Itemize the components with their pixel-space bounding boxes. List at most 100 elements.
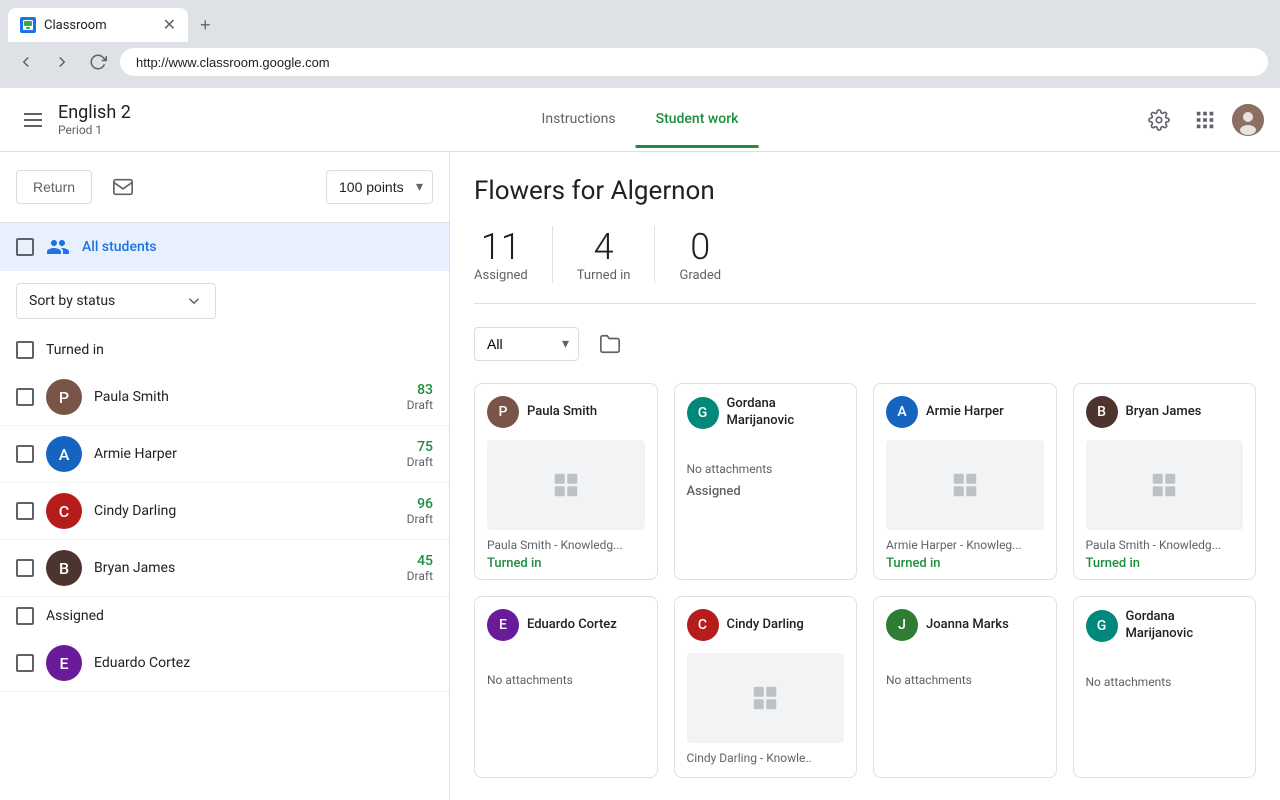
turned-in-title: Turned in [46, 342, 104, 358]
folder-icon [599, 333, 621, 355]
card-header: G Gordana Marijanovic [675, 384, 857, 442]
student-checkbox[interactable] [16, 445, 34, 463]
student-row[interactable]: B Bryan James 45 Draft [0, 540, 449, 597]
card-avatar: J [886, 609, 918, 641]
card-filename: Paula Smith - Knowledg... [1086, 538, 1244, 552]
apps-button[interactable] [1186, 101, 1224, 139]
student-row[interactable]: C Cindy Darling 96 Draft [0, 483, 449, 540]
browser-tab[interactable]: Classroom ✕ [8, 8, 188, 42]
card-avatar: G [1086, 610, 1118, 642]
back-button[interactable] [12, 48, 40, 76]
filter-select[interactable]: All Turned in Assigned Graded [474, 327, 579, 361]
url-input[interactable] [120, 48, 1268, 76]
card-avatar: G [687, 397, 719, 429]
card-filename: Armie Harper - Knowleg... [886, 538, 1044, 552]
student-card[interactable]: E Eduardo Cortez No attachments [474, 596, 658, 778]
stat-label-turned-in: Turned in [577, 268, 631, 283]
main-content: Return 100 points All students [0, 152, 1280, 800]
student-row[interactable]: A Armie Harper 75 Draft [0, 426, 449, 483]
card-status: Turned in [886, 556, 1044, 571]
turned-in-section-header: Turned in [0, 331, 449, 369]
stats-row: 11 Assigned 4 Turned in 0 Graded [474, 226, 1256, 304]
student-card[interactable]: B Bryan James Paula Smith - Knowledg... … [1073, 383, 1257, 580]
folder-button[interactable] [591, 324, 629, 363]
assigned-checkbox[interactable] [16, 607, 34, 625]
document-icon [750, 683, 780, 713]
card-thumbnail [1086, 440, 1244, 530]
card-header: J Joanna Marks [874, 597, 1056, 653]
avatar: P [46, 379, 82, 415]
return-button[interactable]: Return [16, 170, 92, 204]
stat-number-graded: 0 [679, 226, 721, 268]
student-checkbox[interactable] [16, 502, 34, 520]
new-tab-button[interactable]: + [192, 11, 219, 40]
student-score: 83 Draft [407, 382, 433, 412]
sort-dropdown[interactable]: Sort by status [16, 283, 216, 319]
student-checkbox[interactable] [16, 388, 34, 406]
score-value: 45 [407, 553, 433, 569]
score-label: Draft [407, 512, 433, 526]
stat-number-turned-in: 4 [577, 226, 631, 268]
score-label: Draft [407, 569, 433, 583]
stat-assigned: 11 Assigned [474, 226, 553, 283]
student-card[interactable]: P Paula Smith Paula Smith - Knowledg... … [474, 383, 658, 580]
card-name: Cindy Darling [727, 617, 804, 634]
nav-instructions[interactable]: Instructions [522, 91, 636, 148]
refresh-button[interactable] [84, 48, 112, 76]
card-avatar: E [487, 609, 519, 641]
nav-student-work[interactable]: Student work [636, 91, 759, 148]
card-name: Bryan James [1126, 404, 1202, 421]
document-icon [950, 470, 980, 500]
student-card[interactable]: G Gordana Marijanovic No attachments [1073, 596, 1257, 778]
student-row[interactable]: E Eduardo Cortez [0, 635, 449, 692]
points-select[interactable]: 100 points [326, 170, 433, 204]
turned-in-checkbox[interactable] [16, 341, 34, 359]
app-title: English 2 [58, 102, 131, 123]
card-name: Gordana Marijanovic [1126, 609, 1194, 643]
tab-title: Classroom [44, 18, 107, 33]
card-status: Turned in [487, 556, 645, 571]
cards-grid: P Paula Smith Paula Smith - Knowledg... … [474, 383, 1256, 778]
student-card[interactable]: J Joanna Marks No attachments [873, 596, 1057, 778]
app-logo: English 2 Period 1 [58, 102, 131, 137]
stat-turned-in: 4 Turned in [553, 226, 656, 283]
app-header: English 2 Period 1 Instructions Student … [0, 88, 1280, 152]
card-body: Paula Smith - Knowledg... Turned in [475, 530, 657, 579]
student-score: 45 Draft [407, 553, 433, 583]
settings-button[interactable] [1140, 101, 1178, 139]
student-card[interactable]: G Gordana Marijanovic No attachments Ass… [674, 383, 858, 580]
card-name: Armie Harper [926, 404, 1004, 421]
assignment-title: Flowers for Algernon [474, 176, 1256, 206]
hamburger-icon [24, 113, 42, 127]
card-no-attachment: No attachments [1086, 667, 1244, 697]
user-avatar[interactable] [1232, 104, 1264, 136]
card-header: A Armie Harper [874, 384, 1056, 440]
sidebar: Return 100 points All students [0, 152, 450, 800]
card-body: No attachments [475, 653, 657, 707]
all-students-checkbox[interactable] [16, 238, 34, 256]
hamburger-button[interactable] [16, 105, 50, 135]
card-header: C Cindy Darling [675, 597, 857, 653]
stat-label-assigned: Assigned [474, 268, 528, 283]
card-avatar: P [487, 396, 519, 428]
student-checkbox[interactable] [16, 559, 34, 577]
content-area: Flowers for Algernon 11 Assigned 4 Turne… [450, 152, 1280, 800]
card-header: P Paula Smith [475, 384, 657, 440]
card-filename: Cindy Darling - Knowle.. [687, 751, 845, 765]
student-checkbox[interactable] [16, 654, 34, 672]
sort-dropdown-label: Sort by status [29, 293, 115, 309]
chevron-down-icon [185, 292, 203, 310]
tab-close-button[interactable]: ✕ [163, 17, 176, 33]
all-students-row[interactable]: All students [0, 223, 449, 271]
student-card[interactable]: C Cindy Darling Cindy Darling - Knowle.. [674, 596, 858, 778]
forward-button[interactable] [48, 48, 76, 76]
student-name: Paula Smith [94, 389, 395, 405]
student-card[interactable]: A Armie Harper Armie Harper - Knowleg...… [873, 383, 1057, 580]
student-row[interactable]: P Paula Smith 83 Draft [0, 369, 449, 426]
all-students-label: All students [82, 239, 157, 255]
apps-icon [1194, 109, 1216, 131]
filter-row: All Turned in Assigned Graded [474, 324, 1256, 363]
mail-icon [112, 176, 134, 198]
mail-button[interactable] [104, 168, 142, 206]
filter-select-wrapper: All Turned in Assigned Graded [474, 327, 579, 361]
